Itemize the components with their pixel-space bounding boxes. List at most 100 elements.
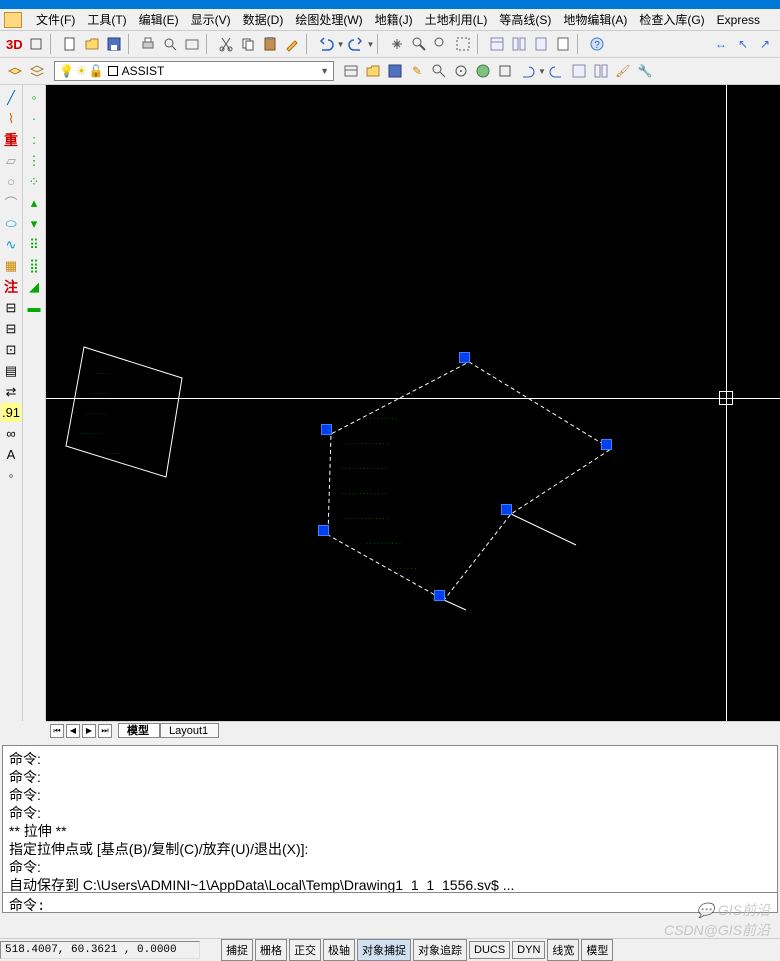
pan-icon[interactable]	[387, 34, 407, 54]
undo-icon[interactable]	[316, 34, 336, 54]
open2-icon[interactable]	[363, 61, 383, 81]
arrow-left-icon[interactable]: ↔	[711, 34, 731, 54]
menu-view[interactable]: 显示(V)	[185, 9, 237, 30]
zoom-win-icon[interactable]	[453, 34, 473, 54]
circle-icon[interactable]: ○	[1, 172, 21, 191]
print-icon[interactable]	[138, 34, 158, 54]
layer-dropdown[interactable]: 💡 ☀ 🔓 ASSIST ▼	[54, 61, 334, 81]
spline-icon[interactable]: ∿	[1, 235, 21, 254]
pline-icon[interactable]: ⌇	[1, 109, 21, 128]
undo2-icon[interactable]	[517, 61, 537, 81]
tab-next-icon[interactable]: ▶	[82, 724, 96, 738]
table1-icon[interactable]	[569, 61, 589, 81]
redo2-icon[interactable]	[547, 61, 567, 81]
grid-toggle[interactable]: 栅格	[255, 939, 287, 961]
dim2-icon[interactable]: ⊟	[1, 319, 21, 338]
link-icon[interactable]: ∞	[1, 424, 21, 443]
grip-handle[interactable]	[434, 590, 445, 601]
paste-icon[interactable]	[260, 34, 280, 54]
menu-draw[interactable]: 绘图处理(W)	[289, 9, 368, 30]
grip-handle[interactable]	[501, 504, 512, 515]
help-icon[interactable]: ?	[587, 34, 607, 54]
lwt-toggle[interactable]: 线宽	[547, 939, 579, 961]
menu-cadastre[interactable]: 地籍(J)	[369, 9, 419, 30]
snap-toggle[interactable]: 捕捉	[221, 939, 253, 961]
menu-file[interactable]: 文件(F)	[30, 9, 81, 30]
arrow-right-icon[interactable]: ↗	[755, 34, 775, 54]
ducs-toggle[interactable]: DUCS	[469, 941, 510, 959]
toolpal-icon[interactable]	[531, 34, 551, 54]
polar-toggle[interactable]: 极轴	[323, 939, 355, 961]
tab-prev-icon[interactable]: ◀	[66, 724, 80, 738]
zoom2-icon[interactable]	[429, 61, 449, 81]
open-icon[interactable]	[82, 34, 102, 54]
extra-icon[interactable]: ◦	[1, 466, 21, 485]
grip-handle[interactable]	[601, 439, 612, 450]
layermgr-icon[interactable]	[341, 61, 361, 81]
block-icon[interactable]	[495, 61, 515, 81]
dim3-icon[interactable]: ⊡	[1, 340, 21, 359]
zoom-icon[interactable]	[409, 34, 429, 54]
menu-landuse[interactable]: 土地利用(L)	[419, 9, 494, 30]
menu-feature-edit[interactable]: 地物编辑(A)	[557, 9, 633, 30]
save2-icon[interactable]	[385, 61, 405, 81]
new-icon[interactable]	[60, 34, 80, 54]
table-icon[interactable]: ▤	[1, 361, 21, 380]
tab-layout1[interactable]: Layout1	[160, 723, 219, 738]
preview-icon[interactable]	[160, 34, 180, 54]
publish-icon[interactable]	[182, 34, 202, 54]
menu-check[interactable]: 检查入库(G)	[633, 9, 710, 30]
zhu-button[interactable]: 注	[1, 277, 21, 296]
command-input[interactable]: 命令:	[2, 893, 778, 913]
layerprops-icon[interactable]	[5, 61, 25, 81]
designctr-icon[interactable]	[509, 34, 529, 54]
props-icon[interactable]	[487, 34, 507, 54]
point1-icon[interactable]: ◦	[24, 88, 44, 107]
grip-handle[interactable]	[318, 525, 329, 536]
target-icon[interactable]	[451, 61, 471, 81]
dots1-icon[interactable]: ⠿	[24, 235, 44, 254]
dim1-icon[interactable]: ⊟	[1, 298, 21, 317]
grip-handle[interactable]	[321, 424, 332, 435]
globe-icon[interactable]	[473, 61, 493, 81]
redo-icon[interactable]	[346, 34, 366, 54]
ortho-toggle[interactable]: 正交	[289, 939, 321, 961]
layerstate-icon[interactable]	[27, 61, 47, 81]
point2-icon[interactable]: ·	[24, 109, 44, 128]
cut-icon[interactable]	[216, 34, 236, 54]
point5-icon[interactable]: ⁘	[24, 172, 44, 191]
grip-handle[interactable]	[459, 352, 470, 363]
style-icon[interactable]: A	[1, 445, 21, 464]
command-history[interactable]: 命令: 命令: 命令: 命令: ** 拉伸 ** 指定拉伸点或 [基点(B)/复…	[2, 745, 778, 893]
line-icon[interactable]: ╱	[1, 88, 21, 107]
tab-model[interactable]: 模型	[118, 723, 160, 738]
sheetset-icon[interactable]	[553, 34, 573, 54]
tab-last-icon[interactable]: ⏭	[98, 724, 112, 738]
osnap-toggle[interactable]: 对象捕捉	[357, 939, 411, 961]
table2-icon[interactable]	[591, 61, 611, 81]
brush-icon[interactable]: 🖌	[613, 61, 633, 81]
swap-icon[interactable]: ⇄	[1, 382, 21, 401]
menu-express[interactable]: Express	[711, 11, 766, 29]
grad-icon[interactable]: ▬	[24, 298, 44, 317]
num91-button[interactable]: .91	[1, 403, 21, 422]
tri-up-icon[interactable]: ▴	[24, 193, 44, 212]
wrench-icon[interactable]: 🔧	[635, 61, 655, 81]
model-toggle[interactable]: 模型	[581, 939, 613, 961]
save-icon[interactable]	[104, 34, 124, 54]
zoom-prev-icon[interactable]	[431, 34, 451, 54]
copy-icon[interactable]	[238, 34, 258, 54]
chong-button[interactable]: 重	[1, 130, 21, 149]
arrow-up-icon[interactable]: ↖	[733, 34, 753, 54]
dots2-icon[interactable]: ⣿	[24, 256, 44, 275]
tab-first-icon[interactable]: ⏮	[50, 724, 64, 738]
view-3d-button[interactable]: 3D	[4, 37, 25, 52]
ramp-icon[interactable]: ◢	[24, 277, 44, 296]
pencil-icon[interactable]: ✎	[407, 61, 427, 81]
drawing-canvas[interactable]: · · · · ·· · · · · · · · · · · · ·· · · …	[46, 85, 780, 721]
matchprop-icon[interactable]	[282, 34, 302, 54]
arc-icon[interactable]: ⌒	[1, 193, 21, 212]
rect-icon[interactable]: ▱	[1, 151, 21, 170]
point4-icon[interactable]: ⋮	[24, 151, 44, 170]
otrack-toggle[interactable]: 对象追踪	[413, 939, 467, 961]
